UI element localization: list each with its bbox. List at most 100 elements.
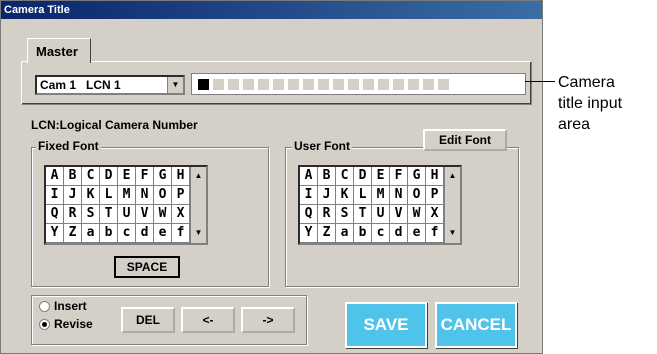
title-char-cell[interactable]: [378, 78, 389, 90]
font-key[interactable]: V: [390, 205, 408, 224]
font-key[interactable]: C: [82, 167, 100, 186]
scroll-down-icon[interactable]: ▼: [444, 224, 460, 243]
title-char-cell[interactable]: [273, 78, 284, 90]
scroll-up-icon[interactable]: ▲: [444, 167, 460, 186]
edit-font-button[interactable]: Edit Font: [423, 129, 507, 151]
font-key[interactable]: Y: [300, 224, 318, 243]
chevron-down-icon[interactable]: ▼: [167, 77, 183, 93]
font-key[interactable]: a: [82, 224, 100, 243]
camera-title-input[interactable]: [191, 73, 526, 95]
scrollbar-track[interactable]: [190, 205, 206, 224]
scroll-down-icon[interactable]: ▼: [190, 224, 206, 243]
font-key[interactable]: N: [390, 186, 408, 205]
space-button[interactable]: SPACE: [114, 256, 180, 278]
font-key[interactable]: b: [100, 224, 118, 243]
font-key[interactable]: G: [154, 167, 172, 186]
font-key[interactable]: e: [408, 224, 426, 243]
font-key[interactable]: M: [372, 186, 390, 205]
font-key[interactable]: J: [318, 186, 336, 205]
font-key[interactable]: F: [390, 167, 408, 186]
font-key[interactable]: J: [64, 186, 82, 205]
font-key[interactable]: P: [426, 186, 444, 205]
scrollbar-track[interactable]: [444, 205, 460, 224]
save-button[interactable]: SAVE: [345, 302, 427, 348]
cursor-left-button[interactable]: <-: [181, 307, 235, 333]
font-key[interactable]: W: [154, 205, 172, 224]
font-key[interactable]: U: [372, 205, 390, 224]
font-key[interactable]: O: [154, 186, 172, 205]
font-key[interactable]: F: [136, 167, 154, 186]
font-key[interactable]: T: [100, 205, 118, 224]
font-key[interactable]: b: [354, 224, 372, 243]
title-char-cell[interactable]: [318, 78, 329, 90]
font-key[interactable]: R: [318, 205, 336, 224]
font-key[interactable]: A: [300, 167, 318, 186]
font-key[interactable]: A: [46, 167, 64, 186]
font-key[interactable]: P: [172, 186, 190, 205]
font-key[interactable]: Q: [46, 205, 64, 224]
title-char-cell[interactable]: [213, 78, 224, 90]
del-button[interactable]: DEL: [121, 307, 175, 333]
font-key[interactable]: D: [354, 167, 372, 186]
font-key[interactable]: Z: [318, 224, 336, 243]
cancel-button[interactable]: CANCEL: [435, 302, 517, 348]
font-key[interactable]: X: [172, 205, 190, 224]
title-char-cell[interactable]: [363, 78, 374, 90]
title-char-cell[interactable]: [408, 78, 419, 90]
insert-radio[interactable]: Insert: [39, 299, 87, 313]
font-key[interactable]: f: [426, 224, 444, 243]
title-char-cell[interactable]: [303, 78, 314, 90]
revise-radio-circle[interactable]: [39, 318, 50, 330]
font-key[interactable]: U: [118, 205, 136, 224]
font-key[interactable]: c: [118, 224, 136, 243]
title-char-cell[interactable]: [333, 78, 344, 90]
insert-radio-circle[interactable]: [39, 300, 50, 312]
title-char-cell[interactable]: [393, 78, 404, 90]
font-key[interactable]: D: [100, 167, 118, 186]
font-key[interactable]: Y: [46, 224, 64, 243]
scrollbar-track[interactable]: [190, 186, 206, 205]
tab-master[interactable]: Master: [27, 38, 91, 63]
title-char-cell[interactable]: [243, 78, 254, 90]
font-key[interactable]: d: [390, 224, 408, 243]
font-key[interactable]: L: [354, 186, 372, 205]
font-key[interactable]: N: [136, 186, 154, 205]
font-key[interactable]: M: [118, 186, 136, 205]
font-key[interactable]: K: [82, 186, 100, 205]
font-key[interactable]: B: [318, 167, 336, 186]
camera-select[interactable]: Cam 1 LCN 1 ▼: [35, 75, 185, 95]
font-key[interactable]: H: [172, 167, 190, 186]
font-key[interactable]: G: [408, 167, 426, 186]
cursor-right-button[interactable]: ->: [241, 307, 295, 333]
title-cursor-cell[interactable]: [198, 78, 209, 90]
font-key[interactable]: S: [336, 205, 354, 224]
font-key[interactable]: f: [172, 224, 190, 243]
font-key[interactable]: a: [336, 224, 354, 243]
font-key[interactable]: Q: [300, 205, 318, 224]
font-key[interactable]: e: [154, 224, 172, 243]
title-char-cell[interactable]: [258, 78, 269, 90]
title-char-cell[interactable]: [438, 78, 449, 90]
font-key[interactable]: I: [46, 186, 64, 205]
font-key[interactable]: K: [336, 186, 354, 205]
font-key[interactable]: W: [408, 205, 426, 224]
scroll-up-icon[interactable]: ▲: [190, 167, 206, 186]
font-key[interactable]: Z: [64, 224, 82, 243]
title-char-cell[interactable]: [423, 78, 434, 90]
title-char-cell[interactable]: [228, 78, 239, 90]
font-key[interactable]: V: [136, 205, 154, 224]
revise-radio[interactable]: Revise: [39, 317, 93, 331]
font-key[interactable]: d: [136, 224, 154, 243]
font-key[interactable]: X: [426, 205, 444, 224]
font-key[interactable]: H: [426, 167, 444, 186]
font-key[interactable]: T: [354, 205, 372, 224]
font-key[interactable]: E: [118, 167, 136, 186]
font-key[interactable]: B: [64, 167, 82, 186]
font-key[interactable]: I: [300, 186, 318, 205]
scrollbar-track[interactable]: [444, 186, 460, 205]
title-char-cell[interactable]: [288, 78, 299, 90]
font-key[interactable]: E: [372, 167, 390, 186]
font-key[interactable]: L: [100, 186, 118, 205]
title-char-cell[interactable]: [348, 78, 359, 90]
font-key[interactable]: c: [372, 224, 390, 243]
